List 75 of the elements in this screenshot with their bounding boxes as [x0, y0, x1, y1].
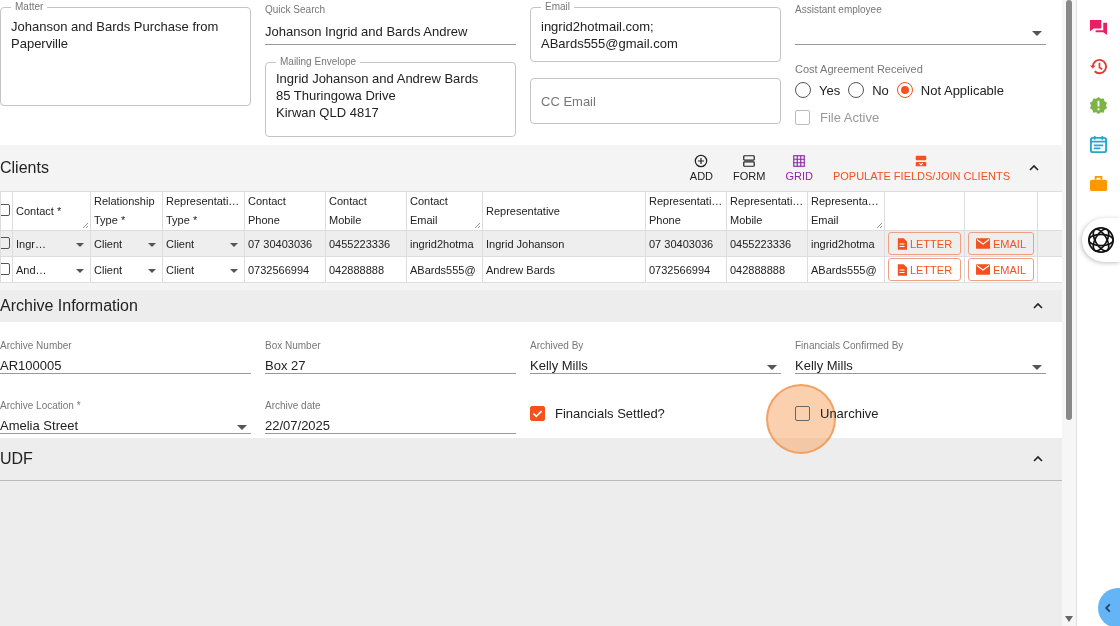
- table-cell: ingrid2hotma: [807, 230, 885, 257]
- table-cell: 07 30403036: [645, 230, 727, 257]
- radio-option[interactable]: Not Applicable: [896, 82, 1004, 98]
- calendar-icon[interactable]: [1089, 135, 1108, 154]
- mailing-envelope-field[interactable]: Mailing Envelope Ingrid Johanson and Andrew Bards 85 Thuringowa Drive Kirwan QLD 4817: [265, 57, 516, 137]
- table-cell: 0732566994: [645, 256, 727, 283]
- cell-dropdown[interactable]: Client: [162, 230, 245, 257]
- cell-dropdown[interactable]: Ingr…: [12, 230, 91, 257]
- table-cell: ingrid2hotma: [406, 230, 483, 257]
- table-cell: Andrew Bards: [482, 256, 646, 283]
- column-header[interactable]: Contact *: [12, 191, 91, 231]
- checkbox[interactable]: Financials Settled?: [530, 406, 781, 421]
- cell-dropdown[interactable]: And…: [12, 256, 91, 283]
- scroll-down-arrow-icon[interactable]: [1065, 616, 1073, 622]
- table-cell: ABards555@: [406, 256, 483, 283]
- text-field[interactable]: Archive date 22/07/2025: [265, 400, 516, 434]
- envelope-icon: [976, 238, 990, 249]
- row-checkbox[interactable]: [1, 236, 10, 249]
- table-cell: 0732566994: [244, 256, 326, 283]
- resize-grip-icon[interactable]: [875, 221, 883, 229]
- table-cell: 042888888: [726, 256, 808, 283]
- radio-option[interactable]: No: [848, 82, 889, 98]
- table-cell: 0455223336: [325, 230, 407, 257]
- section-title: Clients: [0, 159, 49, 177]
- resize-grip-icon[interactable]: [81, 221, 89, 229]
- document-icon: [896, 263, 907, 276]
- quick-search-field[interactable]: Quick Search Johanson Ingrid and Bards Andrew: [265, 4, 516, 45]
- chat-icon[interactable]: [1089, 18, 1108, 37]
- column-header[interactable]: Representative: [482, 191, 646, 231]
- column-header[interactable]: Contact Phone: [244, 191, 326, 231]
- column-header[interactable]: Contact Mobile: [325, 191, 407, 231]
- assistant-employee-dropdown[interactable]: Assistant employee: [795, 4, 1046, 45]
- table-cell: 07 30403036: [244, 230, 326, 257]
- rings-logo-icon[interactable]: [1087, 226, 1115, 254]
- toolbar-button[interactable]: GRID: [779, 152, 819, 184]
- table-row[interactable]: And… Client Client 0732566994 042888888 ABards555@ Andrew Bards 0732566994 042888888 ABards555@ LETTER EMAIL: [0, 256, 1063, 283]
- column-header[interactable]: Relationship Type *: [90, 191, 163, 231]
- cell-dropdown[interactable]: Client: [90, 256, 163, 283]
- add-icon: [694, 154, 709, 168]
- email-field[interactable]: Email ingrid2hotmail.com; ABards555@gmail.com: [530, 2, 781, 62]
- select-all-checkbox[interactable]: [1, 204, 10, 216]
- envelope-icon: [976, 264, 990, 275]
- document-icon: [896, 237, 907, 250]
- history-icon[interactable]: [1089, 57, 1108, 76]
- dropdown-field[interactable]: Archive Location * Amelia Street: [0, 400, 251, 434]
- section-title: Archive Information: [0, 297, 138, 315]
- grid-icon: [792, 154, 807, 168]
- resize-grip-icon[interactable]: [473, 221, 481, 229]
- email-button[interactable]: EMAIL: [968, 258, 1034, 281]
- matter-field[interactable]: Matter Johanson and Bards Purchase from Paperville: [0, 2, 251, 106]
- table-cell: 0455223336: [726, 230, 808, 257]
- column-header[interactable]: Representati… Phone: [645, 191, 727, 231]
- column-header[interactable]: Representati… Mobile: [726, 191, 808, 231]
- cost-agreement-label: Cost Agreement Received: [795, 63, 924, 75]
- cc-email-field[interactable]: CC Email: [531, 79, 780, 123]
- table-cell: ABards555@: [807, 256, 885, 283]
- table-cell: Ingrid Johanson: [482, 230, 646, 257]
- row-checkbox[interactable]: [1, 262, 10, 275]
- letter-button[interactable]: LETTER: [888, 258, 961, 281]
- radio-option[interactable]: Yes: [795, 82, 841, 98]
- table-row[interactable]: Ingr… Client Client 07 30403036 0455223336 ingrid2hotma Ingrid Johanson 07 30403036 0455223336 ingrid2hotma LETTER EMAIL: [0, 230, 1063, 257]
- scrollbar[interactable]: [1062, 0, 1077, 626]
- toolbar-button[interactable]: ADD: [683, 152, 720, 184]
- text-field[interactable]: Archive Number AR100005: [0, 340, 251, 374]
- dropdown-field[interactable]: Archived By Kelly Mills: [530, 340, 781, 374]
- dropdown-field[interactable]: Financials Confirmed By Kelly Mills: [795, 340, 1046, 374]
- cell-dropdown[interactable]: Client: [162, 256, 245, 283]
- text-field[interactable]: Box Number Box 27: [265, 340, 516, 374]
- toolbar-button[interactable]: FORM: [727, 152, 772, 184]
- form-icon: [742, 154, 757, 168]
- section-title: UDF: [0, 450, 33, 468]
- table-cell: 042888888: [325, 256, 407, 283]
- column-header[interactable]: Representati… Type *: [162, 191, 245, 231]
- cell-dropdown[interactable]: Client: [90, 230, 163, 257]
- stacked-trays-icon: [914, 154, 929, 168]
